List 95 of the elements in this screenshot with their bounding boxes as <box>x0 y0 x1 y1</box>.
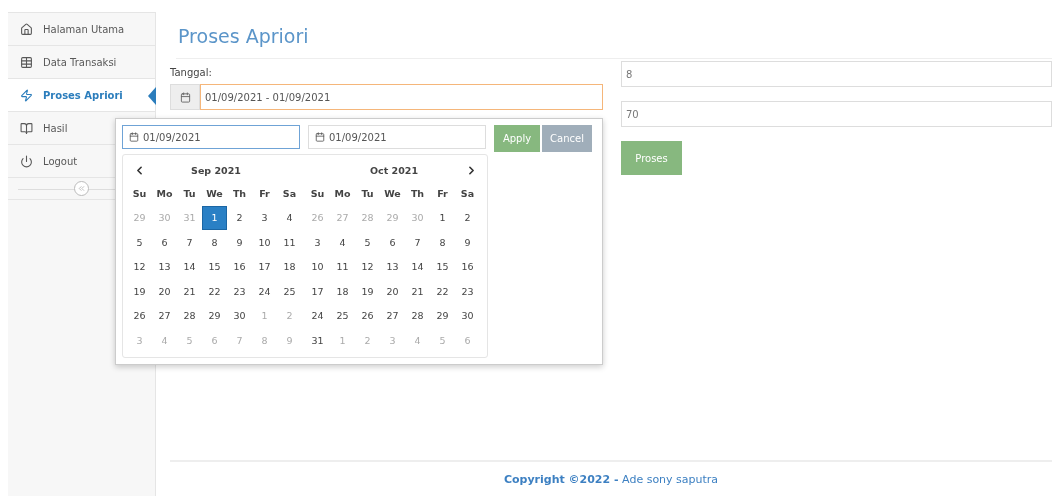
calendar-day[interactable]: 22 <box>430 279 455 304</box>
calendar-day[interactable]: 7 <box>177 230 202 255</box>
weekday-label: Mo <box>333 186 352 201</box>
end-date-field[interactable]: 01/09/2021 <box>308 125 486 149</box>
calendar-day[interactable]: 30 <box>455 303 480 328</box>
calendar-day[interactable]: 3 <box>305 230 330 255</box>
page-title: Proses Apriori <box>178 24 310 49</box>
calendar-day[interactable]: 22 <box>202 279 227 304</box>
calendar-day[interactable]: 4 <box>330 230 355 255</box>
weekday-label: Sa <box>459 186 476 201</box>
book-icon <box>20 121 33 135</box>
calendar-day[interactable]: 24 <box>252 279 277 304</box>
calendar-day[interactable]: 6 <box>380 230 405 255</box>
calendar-day[interactable]: 12 <box>355 254 380 279</box>
calendar-day[interactable]: 21 <box>405 279 430 304</box>
calendar-day[interactable]: 18 <box>330 279 355 304</box>
weekday-label: We <box>205 186 224 201</box>
month-title: Sep 2021 <box>190 164 242 176</box>
calendar-day[interactable]: 4 <box>277 205 302 230</box>
calendar-day[interactable]: 5 <box>355 230 380 255</box>
calendar-day[interactable]: 26 <box>127 303 152 328</box>
date-label: Tanggal: <box>170 67 213 78</box>
calendar-day[interactable]: 7 <box>405 230 430 255</box>
calendar-day[interactable]: 28 <box>405 303 430 328</box>
calendar-day[interactable]: 5 <box>127 230 152 255</box>
month-title: Oct 2021 <box>369 164 419 176</box>
calendar-day[interactable]: 23 <box>455 279 480 304</box>
weekday-label: Fr <box>436 186 449 201</box>
lightning-icon <box>20 88 33 102</box>
calendar-day[interactable]: 11 <box>277 230 302 255</box>
sidebar-item[interactable]: Proses Apriori <box>8 79 155 112</box>
calendar-day[interactable]: 16 <box>227 254 252 279</box>
date-range-field[interactable]: 01/09/2021 - 01/09/2021 <box>200 84 603 110</box>
calendar-day[interactable]: 27 <box>380 303 405 328</box>
calendar-day[interactable]: 14 <box>405 254 430 279</box>
weekday-label: Tu <box>182 186 197 201</box>
calendar-day[interactable]: 26 <box>355 303 380 328</box>
weekday-label: Tu <box>360 186 375 201</box>
weekday-label: Su <box>309 186 326 201</box>
calendar-day[interactable]: 9 <box>455 230 480 255</box>
weekday-label: Mo <box>155 186 174 201</box>
calendar-day[interactable]: 10 <box>305 254 330 279</box>
calendar-day[interactable]: 2 <box>455 205 480 230</box>
calendar-day[interactable]: 10 <box>252 230 277 255</box>
calendar-day[interactable]: 16 <box>455 254 480 279</box>
calendar-day[interactable]: 19 <box>355 279 380 304</box>
weekday-label: Th <box>409 186 426 201</box>
calendar-icon <box>170 84 200 110</box>
calendar-day[interactable]: 20 <box>152 279 177 304</box>
calendar-day[interactable]: 14 <box>177 254 202 279</box>
calendar-day[interactable]: 1 <box>202 205 227 230</box>
calendar-day[interactable]: 11 <box>330 254 355 279</box>
input-field[interactable]: 70 <box>621 101 1052 127</box>
home-icon <box>20 22 33 36</box>
calendar-day[interactable]: 18 <box>277 254 302 279</box>
weekday-label: We <box>383 186 402 201</box>
weekday-label: Su <box>131 186 148 201</box>
calendar-day[interactable]: 30 <box>227 303 252 328</box>
calendar-day[interactable]: 8 <box>202 230 227 255</box>
calendar-day[interactable]: 29 <box>430 303 455 328</box>
weekday-label: Sa <box>281 186 298 201</box>
calendar-day[interactable]: 20 <box>380 279 405 304</box>
copyright-text: Copyright ©2022 - Ade sony saputra <box>503 472 719 486</box>
calendar-day[interactable]: 28 <box>177 303 202 328</box>
start-date-field[interactable]: 01/09/2021 <box>122 125 300 149</box>
calendar-day[interactable]: 13 <box>152 254 177 279</box>
calendar-day[interactable]: 9 <box>227 230 252 255</box>
calendar-day[interactable]: 17 <box>252 254 277 279</box>
calendar-day[interactable]: 15 <box>430 254 455 279</box>
weekday-label: Fr <box>258 186 271 201</box>
calendar-day[interactable]: 21 <box>177 279 202 304</box>
calendar-day[interactable]: 19 <box>127 279 152 304</box>
calendar-day[interactable]: 2 <box>227 205 252 230</box>
calendar-day[interactable]: 23 <box>227 279 252 304</box>
calendar-day[interactable]: 8 <box>430 230 455 255</box>
calendar-day[interactable]: 31 <box>305 328 330 353</box>
calendar-day[interactable]: 12 <box>127 254 152 279</box>
calendar-day[interactable]: 29 <box>202 303 227 328</box>
table-icon <box>20 55 33 69</box>
calendar-day[interactable]: 17 <box>305 279 330 304</box>
calendar-icon <box>129 132 139 142</box>
power-icon <box>20 154 33 168</box>
calendar-day[interactable]: 25 <box>277 279 302 304</box>
calendar-day[interactable]: 25 <box>330 303 355 328</box>
calendar-day[interactable]: 6 <box>152 230 177 255</box>
input-field[interactable]: 8 <box>621 61 1052 87</box>
double-chevron-icon <box>77 184 86 193</box>
calendar-icon <box>315 132 325 142</box>
calendar-day[interactable]: 24 <box>305 303 330 328</box>
calendar-day[interactable]: 15 <box>202 254 227 279</box>
calendar-day[interactable]: 13 <box>380 254 405 279</box>
weekday-label: Th <box>231 186 248 201</box>
calendar-day[interactable]: 3 <box>252 205 277 230</box>
calendar-day[interactable]: 1 <box>430 205 455 230</box>
calendar-day[interactable]: 27 <box>152 303 177 328</box>
